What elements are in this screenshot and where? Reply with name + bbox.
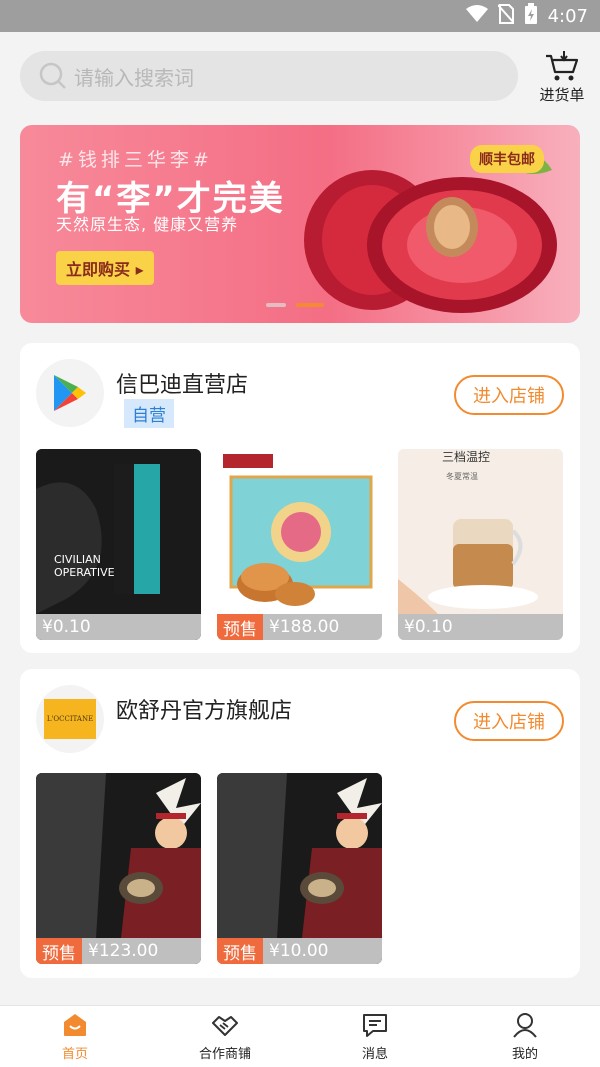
store-card: L'OCCITANE 欧舒丹官方旗舰店 进入店铺 预售 ¥123.00 预售 ¥…: [20, 669, 580, 978]
price-bar: 预售 ¥188.00: [217, 614, 382, 640]
enter-store-button[interactable]: 进入店铺: [454, 701, 564, 741]
search-icon: [39, 62, 66, 89]
product-image-text: OPERATIVE: [54, 566, 115, 579]
product-image-text: 三档温控: [442, 450, 490, 464]
bottom-tab-bar: 首页 合作商铺 消息 我的: [0, 1005, 600, 1067]
product-image: [36, 773, 201, 938]
tab-profile[interactable]: 我的: [450, 1006, 600, 1067]
product-card[interactable]: 预售 ¥188.00: [217, 449, 382, 640]
product-card[interactable]: CIVILIAN OPERATIVE ¥0.10: [36, 449, 201, 640]
tab-label: 我的: [511, 1047, 538, 1062]
product-image: 三档温控 冬夏常温: [398, 449, 563, 614]
tab-home[interactable]: 首页: [0, 1006, 150, 1067]
self-operated-badge: 自营: [124, 399, 174, 428]
price-bar: 预售 ¥123.00: [36, 938, 201, 964]
product-price: ¥10.00: [269, 941, 329, 961]
free-shipping-badge: 顺丰包邮: [470, 145, 544, 173]
handshake-icon: [212, 1016, 238, 1036]
product-image: [217, 773, 382, 938]
carousel-dot-active: [296, 303, 324, 307]
header: 请输入搜索词 进货单: [0, 32, 600, 120]
presale-badge: 预售: [36, 938, 82, 964]
product-list: CIVILIAN OPERATIVE ¥0.10 预售 ¥188.00 三档温控…: [36, 449, 563, 640]
tab-label: 首页: [61, 1047, 88, 1062]
carousel-indicator: [266, 303, 324, 307]
search-placeholder: 请输入搜索词: [74, 65, 194, 90]
product-price: ¥123.00: [88, 941, 159, 961]
cart-icon: [546, 51, 579, 81]
loccitane-logo-text: L'OCCITANE: [46, 715, 94, 723]
store-name[interactable]: 欧舒丹官方旗舰店: [116, 693, 292, 725]
promo-banner[interactable]: #钱排三华李# 有“李”才完美 天然原生态, 健康又营养 立即购买 ▸ 顺丰包邮: [20, 125, 580, 323]
restock-button[interactable]: 进货单: [536, 50, 588, 105]
store-logo[interactable]: [36, 359, 104, 427]
product-price: ¥188.00: [269, 617, 340, 637]
store-name[interactable]: 信巴迪直营店: [116, 367, 248, 399]
presale-badge: 预售: [217, 938, 263, 964]
tab-label: 消息: [361, 1047, 388, 1062]
price-bar: ¥0.10: [398, 614, 563, 640]
no-sim-icon: [496, 3, 515, 29]
product-card[interactable]: 预售 ¥10.00: [217, 773, 382, 964]
product-image: CIVILIAN OPERATIVE: [36, 449, 201, 614]
store-card: 信巴迪直营店 自营 进入店铺 CIVILIAN OPERATIVE ¥0.10: [20, 343, 580, 653]
product-card[interactable]: 三档温控 冬夏常温 ¥0.10: [398, 449, 563, 640]
tab-label: 合作商铺: [198, 1047, 251, 1062]
presale-badge: 预售: [217, 614, 263, 640]
product-price: ¥0.10: [404, 617, 453, 637]
buy-now-button[interactable]: 立即购买 ▸: [56, 251, 154, 285]
product-image-text: 冬夏常温: [446, 471, 478, 481]
tab-messages[interactable]: 消息: [300, 1006, 450, 1067]
clock: 4:07: [547, 5, 588, 27]
price-bar: 预售 ¥10.00: [217, 938, 382, 964]
product-image-text: CIVILIAN: [54, 553, 101, 566]
home-icon: [64, 1014, 86, 1036]
product-image: [217, 449, 382, 614]
status-bar: 4:07: [0, 0, 600, 32]
banner-subtitle: 天然原生态, 健康又营养: [56, 215, 239, 234]
product-card[interactable]: 预售 ¥123.00: [36, 773, 201, 964]
carousel-dot: [266, 303, 286, 307]
store-logo[interactable]: L'OCCITANE: [36, 685, 104, 753]
enter-store-button[interactable]: 进入店铺: [454, 375, 564, 415]
product-price: ¥0.10: [42, 617, 91, 637]
product-list: 预售 ¥123.00 预售 ¥10.00: [36, 773, 382, 964]
user-icon: [513, 1013, 537, 1038]
tab-partner-stores[interactable]: 合作商铺: [150, 1006, 300, 1067]
message-icon: [363, 1014, 387, 1037]
restock-label: 进货单: [539, 86, 585, 104]
banner-tag: #钱排三华李#: [58, 149, 213, 171]
play-store-icon: [54, 375, 86, 411]
wifi-icon: [465, 4, 488, 28]
battery-icon: [524, 2, 538, 30]
price-bar: ¥0.10: [36, 614, 201, 640]
search-input[interactable]: 请输入搜索词: [20, 51, 518, 101]
